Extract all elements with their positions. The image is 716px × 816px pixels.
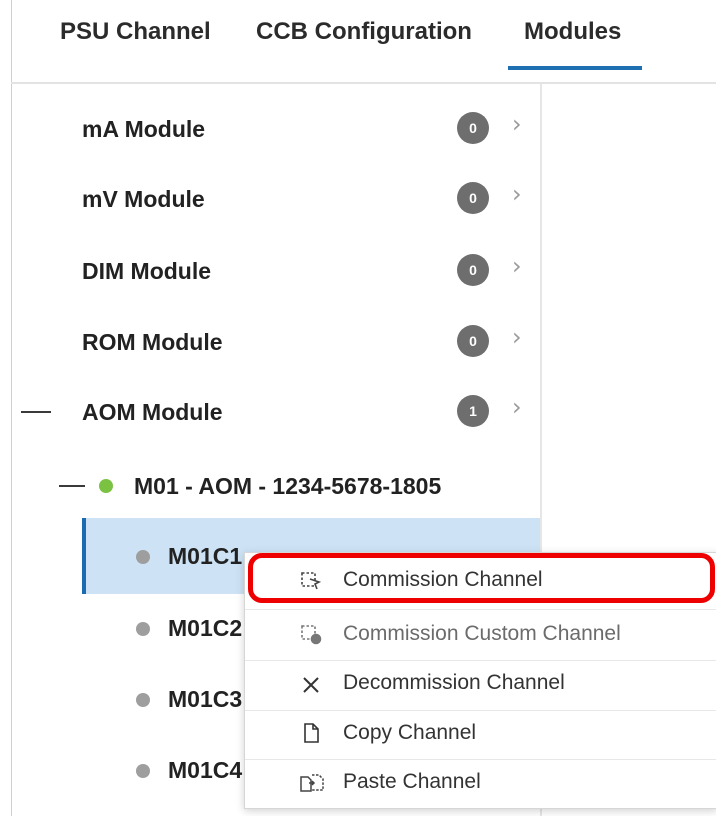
- chevron-right-icon[interactable]: ›: [512, 323, 522, 351]
- device-row[interactable]: M01 - AOM - 1234-5678-1805: [12, 455, 540, 517]
- menu-item-commission-custom-channel[interactable]: Commission Custom Channel: [245, 610, 716, 660]
- module-row-ma[interactable]: mA Module 0 ›: [12, 98, 540, 160]
- paste-icon: [299, 770, 324, 794]
- count-badge: 0: [457, 112, 489, 144]
- tab-bar: PSU Channel CCB Configuration Modules: [0, 0, 716, 82]
- active-tab-indicator: [508, 66, 642, 70]
- chevron-right-icon[interactable]: ›: [512, 393, 522, 421]
- device-label: M01 - AOM - 1234-5678-1805: [134, 473, 442, 499]
- module-row-dim[interactable]: DIM Module 0 ›: [12, 240, 540, 302]
- module-label: DIM Module: [82, 258, 212, 284]
- chevron-right-icon[interactable]: ›: [512, 110, 522, 138]
- channel-label: M01C4: [168, 757, 243, 783]
- collapse-icon[interactable]: [59, 485, 85, 487]
- commission-custom-icon: [299, 622, 323, 646]
- menu-item-label: Decommission Channel: [343, 671, 565, 694]
- menu-item-label: Paste Channel: [343, 770, 481, 793]
- menu-item-label: Commission Custom Channel: [343, 622, 621, 645]
- channel-label: M01C1: [168, 543, 243, 569]
- channel-label: M01C3: [168, 686, 243, 712]
- count-badge: 0: [457, 325, 489, 357]
- count-badge: 0: [457, 182, 489, 214]
- collapse-icon[interactable]: [21, 411, 51, 413]
- menu-item-paste-channel[interactable]: Paste Channel: [245, 758, 716, 808]
- channel-status-icon: [136, 764, 150, 778]
- module-label: ROM Module: [82, 329, 223, 355]
- count-badge: 0: [457, 254, 489, 286]
- tab-psu-channel[interactable]: PSU Channel: [60, 18, 211, 46]
- module-row-aom[interactable]: AOM Module 1 ›: [12, 381, 540, 443]
- menu-item-decommission-channel[interactable]: Decommission Channel: [245, 659, 716, 709]
- module-label: mV Module: [82, 186, 205, 212]
- menu-item-label: Copy Channel: [343, 721, 477, 744]
- tab-modules[interactable]: Modules: [524, 18, 621, 46]
- module-row-rom[interactable]: ROM Module 0 ›: [12, 311, 540, 373]
- copy-icon: [299, 721, 323, 745]
- channel-status-icon: [136, 693, 150, 707]
- count-badge: 1: [457, 395, 489, 427]
- channel-status-icon: [136, 622, 150, 636]
- highlight-annotation: [248, 553, 715, 603]
- status-online-icon: [99, 479, 113, 493]
- channel-label: M01C2: [168, 615, 243, 641]
- close-icon: [299, 671, 323, 695]
- chevron-right-icon[interactable]: ›: [512, 180, 522, 208]
- channel-status-icon: [136, 550, 150, 564]
- chevron-right-icon[interactable]: ›: [512, 252, 522, 280]
- module-label: AOM Module: [82, 399, 223, 425]
- module-row-mv[interactable]: mV Module 0 ›: [12, 168, 540, 230]
- module-label: mA Module: [82, 116, 206, 142]
- tabs-divider: [11, 82, 716, 84]
- tab-ccb-configuration[interactable]: CCB Configuration: [256, 18, 472, 46]
- menu-item-copy-channel[interactable]: Copy Channel: [245, 709, 716, 759]
